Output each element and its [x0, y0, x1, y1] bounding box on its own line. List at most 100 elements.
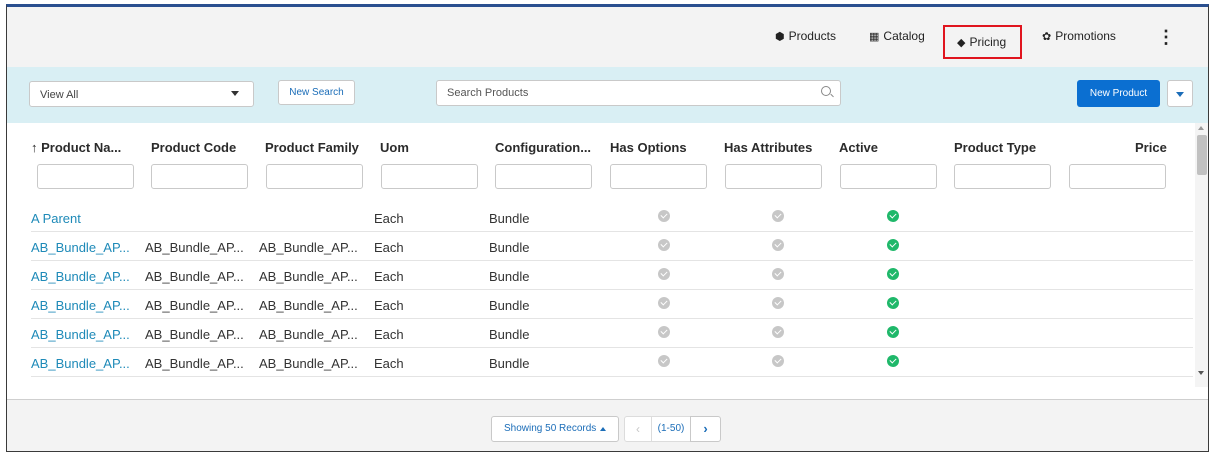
cell-configuration: Bundle: [489, 269, 530, 284]
cell-uom: Each: [374, 269, 404, 284]
table-row[interactable]: AB_Bundle_AP... AB_Bundle_AP... AB_Bundle_…: [31, 348, 1193, 377]
cell-product-name[interactable]: AB_Bundle_AP...: [31, 356, 130, 371]
box-icon: ⬢: [775, 30, 785, 43]
has-attributes-icon: [772, 326, 784, 338]
nav-catalog[interactable]: ▦ Catalog: [869, 29, 925, 43]
search-placeholder: Search Products: [447, 87, 529, 99]
column-header-product-family[interactable]: Product Family: [265, 140, 359, 155]
filter-product-type[interactable]: [954, 164, 1051, 189]
filter-has-attributes[interactable]: [725, 164, 822, 189]
table-row[interactable]: AB_Bundle_AP... AB_Bundle_AP... AB_Bundle_…: [31, 261, 1193, 290]
new-product-dropdown-button[interactable]: [1167, 80, 1193, 107]
cell-product-code: AB_Bundle_AP...: [145, 327, 244, 342]
has-options-icon: [658, 210, 670, 222]
caret-up-icon: [600, 427, 606, 431]
table-row[interactable]: AB_Bundle_AP... AB_Bundle_AP... AB_Bundle_…: [31, 290, 1193, 319]
has-attributes-icon: [772, 268, 784, 280]
nav-catalog-label: Catalog: [883, 29, 925, 43]
scroll-down-icon[interactable]: [1198, 371, 1204, 375]
top-nav: ⬢ Products ▦ Catalog ◆ Pricing ✿ Promoti…: [7, 7, 1208, 67]
cell-product-code: AB_Bundle_AP...: [145, 298, 244, 313]
active-status-icon: [887, 355, 899, 367]
app-window: ⬢ Products ▦ Catalog ◆ Pricing ✿ Promoti…: [6, 4, 1209, 452]
caret-down-icon: [1176, 92, 1184, 97]
view-select-value: View All: [40, 89, 79, 101]
cell-product-name[interactable]: AB_Bundle_AP...: [31, 269, 130, 284]
has-options-icon: [658, 297, 670, 309]
cell-product-family: AB_Bundle_AP...: [259, 327, 358, 342]
has-attributes-icon: [772, 210, 784, 222]
cell-configuration: Bundle: [489, 356, 530, 371]
records-label: Showing 50 Records: [504, 423, 597, 434]
more-options-icon[interactable]: ⋮: [1157, 27, 1175, 48]
column-header-product-type[interactable]: Product Type: [954, 140, 1036, 155]
column-header-active[interactable]: Active: [839, 140, 878, 155]
filter-product-name[interactable]: [37, 164, 134, 189]
cell-product-name[interactable]: AB_Bundle_AP...: [31, 327, 130, 342]
cell-product-family: AB_Bundle_AP...: [259, 240, 358, 255]
column-header-price[interactable]: Price: [1135, 140, 1167, 155]
cell-uom: Each: [374, 327, 404, 342]
column-header-product-code[interactable]: Product Code: [151, 140, 236, 155]
has-attributes-icon: [772, 297, 784, 309]
table-row[interactable]: AB_Bundle_AP... AB_Bundle_AP... AB_Bundle_…: [31, 232, 1193, 261]
new-search-button[interactable]: New Search: [278, 80, 355, 105]
new-product-button[interactable]: New Product: [1077, 80, 1160, 107]
cell-uom: Each: [374, 211, 404, 226]
filter-bar: View All New Search Search Products New …: [7, 67, 1208, 123]
filter-configuration[interactable]: [495, 164, 592, 189]
active-status-icon: [887, 210, 899, 222]
table-row[interactable]: A Parent Each Bundle: [31, 203, 1193, 232]
nav-products-label: Products: [788, 29, 836, 43]
cell-product-family: AB_Bundle_AP...: [259, 298, 358, 313]
search-icon: [821, 86, 831, 96]
next-page-button[interactable]: ›: [690, 416, 721, 442]
previous-page-button[interactable]: ‹: [624, 416, 652, 442]
nav-promotions-label: Promotions: [1055, 29, 1116, 43]
column-header-product-name[interactable]: ↑ Product Na...: [31, 140, 121, 155]
column-header-has-options[interactable]: Has Options: [610, 140, 687, 155]
column-header-has-attributes[interactable]: Has Attributes: [724, 140, 812, 155]
records-per-page-button[interactable]: Showing 50 Records: [491, 416, 619, 442]
cell-uom: Each: [374, 240, 404, 255]
filter-product-family[interactable]: [266, 164, 363, 189]
cell-uom: Each: [374, 356, 404, 371]
has-attributes-icon: [772, 239, 784, 251]
table-scrollbar[interactable]: [1195, 123, 1208, 387]
view-select[interactable]: View All: [29, 81, 254, 107]
cell-configuration: Bundle: [489, 240, 530, 255]
filter-uom[interactable]: [381, 164, 478, 189]
has-options-icon: [658, 326, 670, 338]
table-row[interactable]: AB_Bundle_AP... AB_Bundle_AP... AB_Bundle_…: [31, 319, 1193, 348]
active-status-icon: [887, 268, 899, 280]
products-table: ↑ Product Na... Product Code Product Fam…: [7, 123, 1195, 403]
cell-product-code: AB_Bundle_AP...: [145, 356, 244, 371]
filter-active[interactable]: [840, 164, 937, 189]
scroll-thumb[interactable]: [1197, 135, 1207, 175]
cell-product-name[interactable]: AB_Bundle_AP...: [31, 240, 130, 255]
column-header-uom[interactable]: Uom: [380, 140, 409, 155]
filter-price[interactable]: [1069, 164, 1166, 189]
filter-product-code[interactable]: [151, 164, 248, 189]
nav-pricing-label: Pricing: [969, 35, 1007, 49]
active-status-icon: [887, 239, 899, 251]
grid-icon: ▦: [869, 30, 880, 43]
cell-product-name[interactable]: AB_Bundle_AP...: [31, 298, 130, 313]
scroll-up-icon[interactable]: [1198, 126, 1204, 130]
nav-pricing[interactable]: ◆ Pricing: [943, 25, 1022, 59]
nav-promotions[interactable]: ✿ Promotions: [1042, 29, 1116, 43]
column-header-configuration[interactable]: Configuration...: [495, 140, 591, 155]
page-range-label: (1-50): [652, 416, 690, 442]
has-options-icon: [658, 355, 670, 367]
cell-uom: Each: [374, 298, 404, 313]
cell-product-name[interactable]: A Parent: [31, 211, 81, 226]
nav-products[interactable]: ⬢ Products: [775, 29, 836, 43]
cell-product-code: AB_Bundle_AP...: [145, 240, 244, 255]
cell-product-family: AB_Bundle_AP...: [259, 269, 358, 284]
gift-icon: ✿: [1042, 30, 1052, 43]
caret-down-icon: [231, 91, 239, 96]
filter-has-options[interactable]: [610, 164, 707, 189]
has-attributes-icon: [772, 355, 784, 367]
search-input[interactable]: Search Products: [436, 80, 841, 106]
cell-configuration: Bundle: [489, 298, 530, 313]
